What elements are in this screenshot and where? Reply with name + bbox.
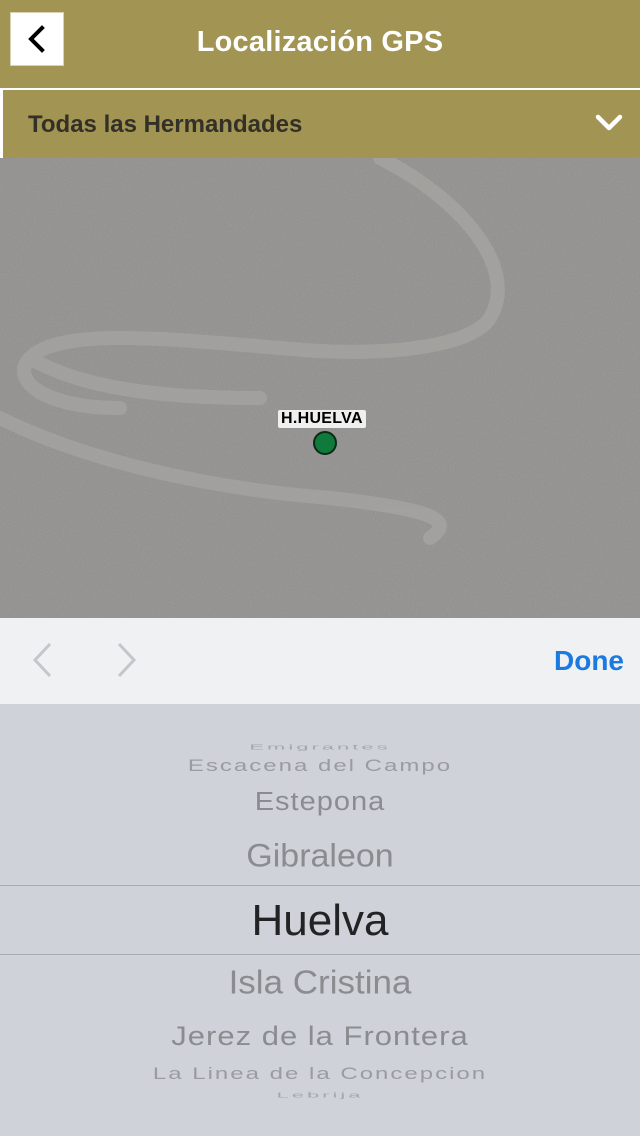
picker-item[interactable]: La Linea de la Concepcion bbox=[0, 1064, 640, 1084]
selection-line-bottom bbox=[0, 954, 640, 955]
satellite-terrain bbox=[0, 158, 640, 618]
hermandad-filter-dropdown[interactable]: Todas las Hermandades bbox=[0, 88, 640, 158]
picker-item[interactable]: Gibraleon bbox=[0, 838, 640, 875]
picker-item[interactable]: Isla Cristina bbox=[0, 964, 640, 1002]
chevron-down-icon bbox=[595, 114, 623, 131]
location-marker[interactable] bbox=[313, 431, 337, 455]
picker-item[interactable]: Lebrija bbox=[0, 1090, 640, 1099]
picker-item[interactable]: Jerez de la Frontera bbox=[0, 1020, 640, 1052]
map-view[interactable]: H.HUELVA bbox=[0, 158, 640, 618]
filter-label: Todas las Hermandades bbox=[28, 111, 303, 138]
page-title: Localización GPS bbox=[196, 26, 444, 58]
nav-bar: Localización GPS bbox=[0, 0, 640, 88]
chevron-left-icon[interactable] bbox=[30, 641, 54, 679]
picker-toolbar bbox=[0, 618, 640, 705]
marker-label: H.HUELVA bbox=[278, 410, 366, 428]
picker-item-selected[interactable]: Huelva bbox=[0, 896, 640, 946]
picker-item[interactable]: Emigrantes bbox=[0, 742, 640, 751]
city-picker[interactable]: Emigrantes Escacena del Campo Estepona G… bbox=[0, 704, 640, 1136]
picker-item[interactable]: Escacena del Campo bbox=[0, 756, 640, 776]
selection-line-top bbox=[0, 885, 640, 886]
chevron-right-icon[interactable] bbox=[115, 641, 139, 679]
done-button[interactable]: Done bbox=[554, 645, 624, 677]
picker-item[interactable]: Estepona bbox=[0, 788, 640, 817]
